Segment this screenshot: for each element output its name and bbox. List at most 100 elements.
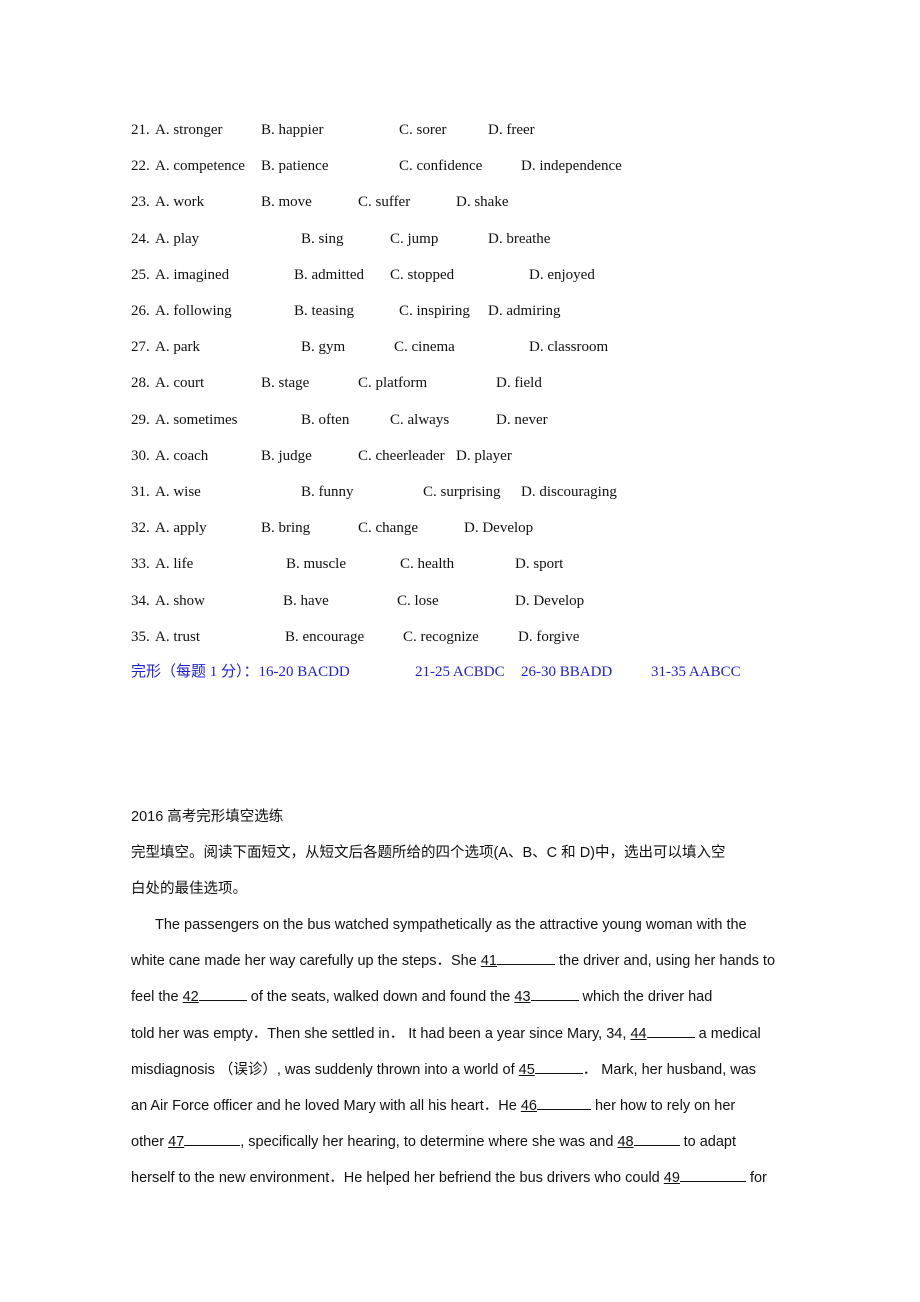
option-c: C. stopped xyxy=(390,266,455,283)
option-d: D. field xyxy=(496,375,542,392)
passage-line: herself to the new environment．He helped… xyxy=(131,1167,767,1189)
option-c: C. confidence xyxy=(399,158,483,175)
option-c: C. always xyxy=(390,411,450,428)
passage-text: misdiagnosis （误诊）, was suddenly thrown i… xyxy=(131,1062,519,1078)
option-c: C. inspiring xyxy=(399,303,470,319)
option-a: A. life xyxy=(155,556,194,573)
option-a: A. trust xyxy=(155,628,200,645)
option-c: C. lose xyxy=(397,592,439,609)
blank-45[interactable]: 45 xyxy=(519,1059,583,1081)
option-b: B. bring xyxy=(261,520,311,537)
blank-number: 42 xyxy=(182,989,199,1005)
passage-line: told her was empty．Then she settled in． … xyxy=(131,1023,761,1045)
passage-text: ． Mark, her husband, was xyxy=(582,1062,757,1078)
option-a: A. play xyxy=(155,230,200,247)
option-d: D. shake xyxy=(456,194,509,211)
question-number: 26. xyxy=(131,303,150,319)
option-b: B. admitted xyxy=(294,266,364,283)
question-number: 33. xyxy=(131,556,150,573)
option-b: B. muscle xyxy=(286,556,346,573)
answer-group-31-35: 31-35 AABCC xyxy=(651,664,741,680)
option-d: D. forgive xyxy=(518,628,580,645)
blank-number: 46 xyxy=(520,1098,537,1114)
question-number: 30. xyxy=(131,447,150,464)
question-number: 25. xyxy=(131,266,150,283)
blank-41[interactable]: 41 xyxy=(481,950,555,972)
passage-text: , specifically her hearing, to determine… xyxy=(240,1134,618,1150)
option-a: A. coach xyxy=(155,447,209,464)
option-b: B. encourage xyxy=(285,628,365,645)
option-b: B. have xyxy=(283,592,329,609)
option-a: A. show xyxy=(155,592,206,609)
instruction-line-2: 白处的最佳选项。 xyxy=(131,881,247,897)
option-d: D. freer xyxy=(488,122,535,138)
blank-line xyxy=(534,1059,583,1074)
blank-47[interactable]: 47 xyxy=(168,1131,241,1153)
blank-number: 45 xyxy=(518,1062,535,1078)
passage-text: of the seats, walked down and found the xyxy=(246,989,515,1005)
question-number: 34. xyxy=(131,592,150,609)
blank-49[interactable]: 49 xyxy=(664,1167,746,1189)
option-a: A. apply xyxy=(155,520,207,537)
option-d: D. Develop xyxy=(515,592,585,609)
blank-line xyxy=(198,986,247,1001)
question-number: 29. xyxy=(131,411,150,428)
option-d: D. classroom xyxy=(529,339,609,356)
option-b: B. move xyxy=(261,194,312,211)
blank-48[interactable]: 48 xyxy=(617,1131,680,1153)
option-b: B. gym xyxy=(301,339,346,356)
blank-number: 43 xyxy=(514,989,531,1005)
option-b: B. stage xyxy=(261,375,310,392)
blank-number: 44 xyxy=(630,1026,647,1042)
question-number: 31. xyxy=(131,484,150,500)
option-b: B. judge xyxy=(261,447,312,464)
blank-46[interactable]: 46 xyxy=(521,1095,591,1117)
option-c: C. suffer xyxy=(358,194,411,211)
option-c: C. change xyxy=(358,520,418,537)
option-b: B. funny xyxy=(301,484,354,500)
blank-line xyxy=(530,986,579,1001)
option-a: A. work xyxy=(155,194,205,211)
question-number: 24. xyxy=(131,230,150,247)
option-c: C. surprising xyxy=(423,484,501,500)
passage-line: misdiagnosis （误诊）, was suddenly thrown i… xyxy=(131,1059,756,1081)
answer-group-26-30: 26-30 BBADD xyxy=(521,664,613,680)
option-d: D. discouraging xyxy=(521,484,617,500)
question-number: 21. xyxy=(131,122,150,138)
question-number: 22. xyxy=(131,158,150,175)
section-title: 2016 高考完形填空选练 xyxy=(131,809,284,825)
passage-text: told her was empty．Then she settled in． … xyxy=(131,1026,631,1042)
passage-text: white cane made her way carefully up the… xyxy=(131,953,481,969)
blank-number: 41 xyxy=(480,953,497,969)
passage-text: which the driver had xyxy=(578,989,713,1005)
question-number: 35. xyxy=(131,628,150,645)
passage-text: to adapt xyxy=(679,1134,737,1150)
blank-44[interactable]: 44 xyxy=(630,1023,695,1045)
option-a: A. competence xyxy=(155,158,245,175)
blank-42[interactable]: 42 xyxy=(183,986,247,1008)
option-b: B. sing xyxy=(301,230,344,247)
option-c: C. cheerleader xyxy=(358,447,445,464)
passage-line: white cane made her way carefully up the… xyxy=(131,950,775,972)
option-a: A. following xyxy=(155,303,232,319)
question-number: 23. xyxy=(131,194,150,211)
instruction-line-1: 完型填空。阅读下面短文，从短文后各题所给的四个选项(A、B、C 和 D)中，选出… xyxy=(131,845,726,861)
question-number: 28. xyxy=(131,375,150,392)
option-d: D. never xyxy=(496,411,548,428)
passage-text: herself to the new environment．He helped… xyxy=(131,1170,664,1186)
option-d: D. player xyxy=(456,447,512,464)
passage-text: the driver and, using her hands to xyxy=(554,953,776,969)
passage-line: an Air Force officer and he loved Mary w… xyxy=(131,1095,735,1117)
option-d: D. admiring xyxy=(488,303,561,319)
passage-text: for xyxy=(745,1170,767,1186)
option-d: D. sport xyxy=(515,556,564,573)
option-d: D. breathe xyxy=(488,230,551,247)
passage-text: an Air Force officer and he loved Mary w… xyxy=(131,1098,521,1114)
option-b: B. teasing xyxy=(294,303,354,319)
blank-43[interactable]: 43 xyxy=(514,986,579,1008)
question-number: 32. xyxy=(131,520,150,537)
blank-line xyxy=(496,950,555,965)
option-c: C. sorer xyxy=(399,122,447,138)
option-d: D. enjoyed xyxy=(529,266,595,283)
option-d: D. Develop xyxy=(464,520,534,537)
